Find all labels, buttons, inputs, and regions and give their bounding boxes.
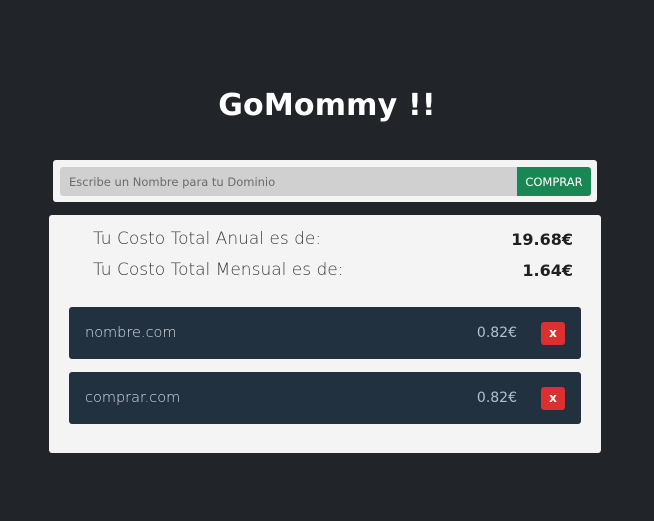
domain-list: nombre.com 0.82€ x comprar.com 0.82€ x: [69, 307, 581, 437]
annual-cost-row: Tu Costo Total Anual es de: 19.68€: [93, 229, 573, 249]
annual-cost-label: Tu Costo Total Anual es de:: [93, 229, 322, 249]
domain-search-input[interactable]: [60, 167, 517, 196]
page: GoMommy !! COMPRAR Tu Costo Total Anual …: [0, 0, 654, 521]
monthly-cost-label: Tu Costo Total Mensual es de:: [93, 260, 344, 280]
buy-button[interactable]: COMPRAR: [517, 167, 591, 196]
monthly-cost-value: 1.64€: [522, 260, 573, 280]
remove-domain-button[interactable]: x: [541, 386, 565, 410]
domain-list-item: nombre.com 0.82€ x: [69, 307, 581, 359]
search-bar: COMPRAR: [53, 160, 597, 202]
domain-name: comprar.com: [85, 390, 181, 406]
remove-domain-button[interactable]: x: [541, 321, 565, 345]
page-title: GoMommy !!: [218, 88, 436, 123]
domain-price: 0.82€: [476, 325, 517, 341]
domain-list-item: comprar.com 0.82€ x: [69, 372, 581, 424]
monthly-cost-row: Tu Costo Total Mensual es de: 1.64€: [93, 260, 573, 280]
domain-name: nombre.com: [85, 325, 177, 341]
annual-cost-value: 19.68€: [511, 229, 573, 249]
domain-price: 0.82€: [476, 390, 517, 406]
cart-panel: Tu Costo Total Anual es de: 19.68€ Tu Co…: [49, 215, 601, 453]
